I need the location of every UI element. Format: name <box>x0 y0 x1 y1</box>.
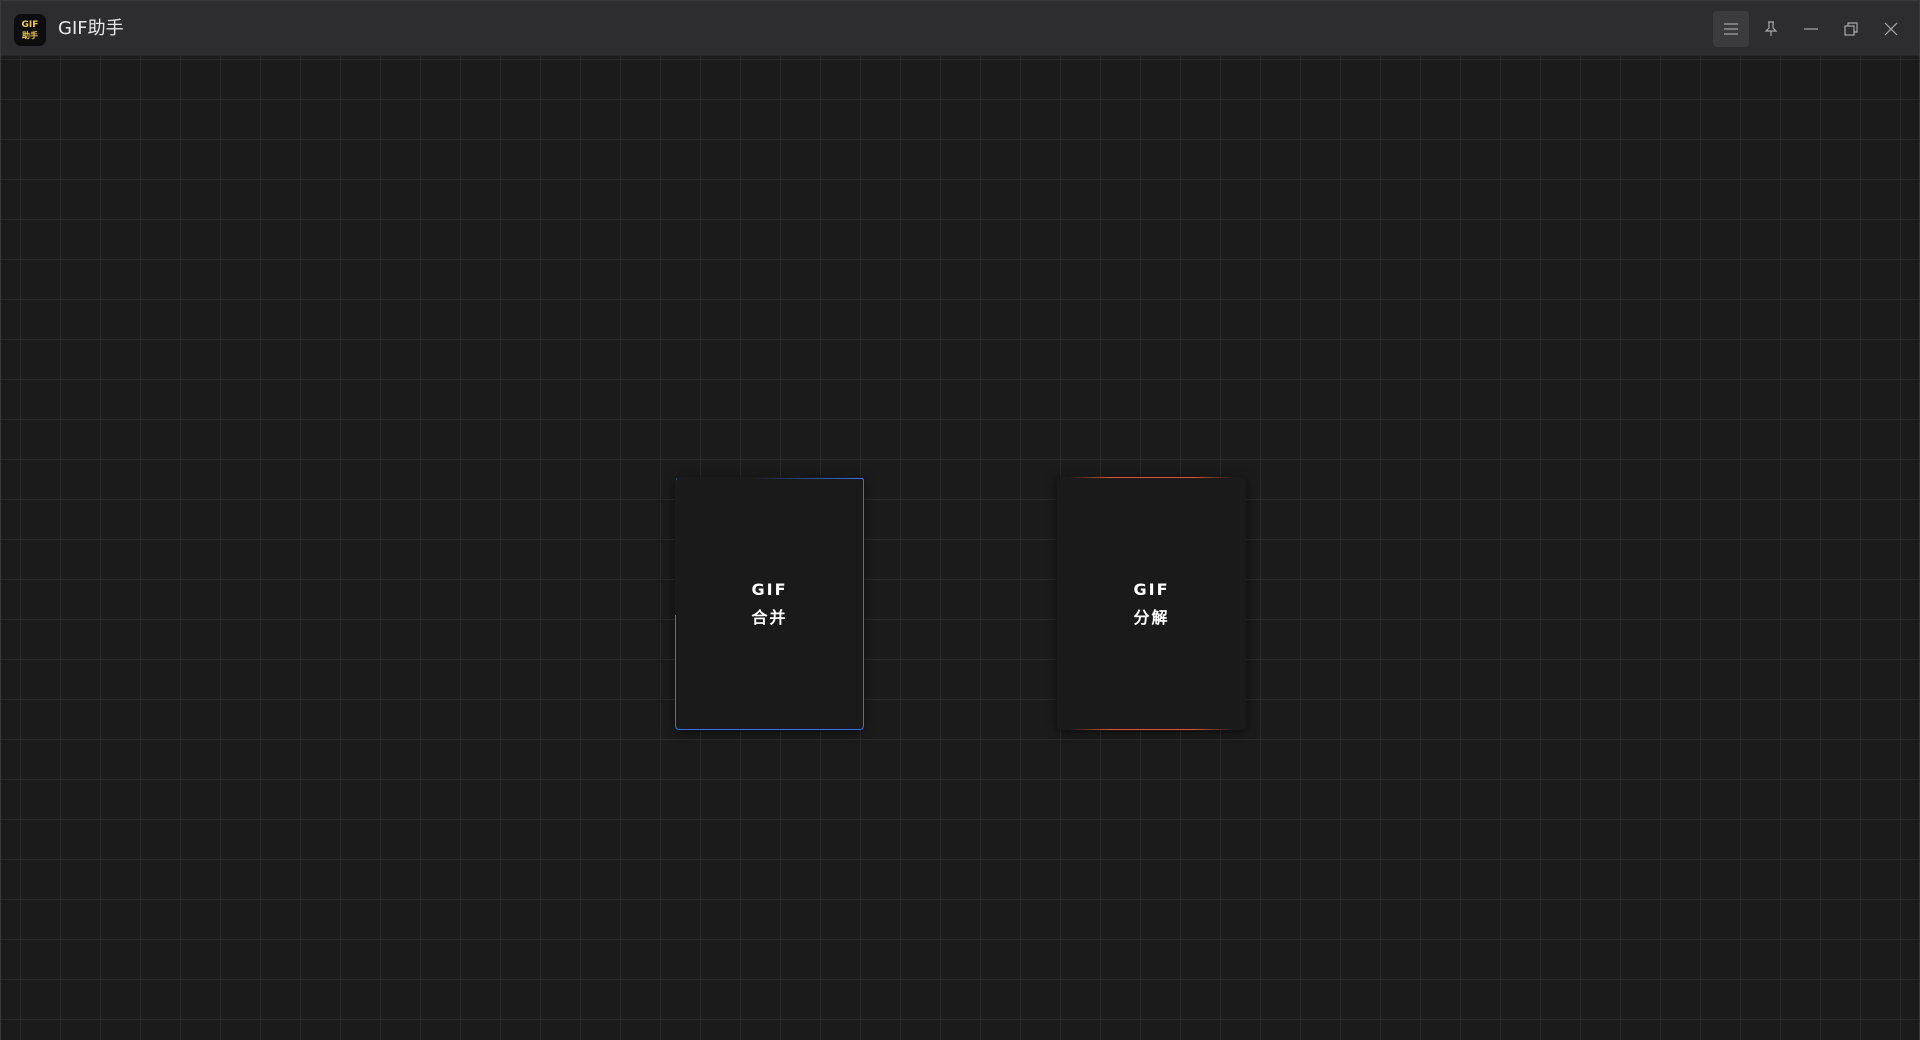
pin-icon <box>1764 21 1778 36</box>
minimize-icon <box>1804 28 1818 30</box>
gif-split-label: GIF 分解 <box>1133 576 1169 632</box>
app-logo-line2: 助手 <box>22 30 38 40</box>
gif-merge-label-line2: 合并 <box>751 607 788 627</box>
gif-merge-label: GIF 合并 <box>751 576 787 632</box>
app-logo-line1: GIF <box>21 19 39 30</box>
close-icon <box>1884 22 1898 36</box>
window-title: GIF助手 <box>58 18 124 39</box>
minimize-button[interactable] <box>1793 11 1829 47</box>
grid-canvas: GIF 合并 GIF 分解 <box>1 56 1919 1040</box>
gif-merge-card[interactable]: GIF 合并 <box>675 477 864 730</box>
gif-split-card[interactable]: GIF 分解 <box>1057 477 1246 730</box>
restore-icon <box>1844 22 1858 36</box>
close-button[interactable] <box>1873 11 1909 47</box>
gif-split-label-line1: GIF <box>1133 579 1170 599</box>
gif-split-label-line2: 分解 <box>1133 607 1170 627</box>
app-window: GIF 助手 GIF助手 GIF 合并 GIF 分解 <box>0 0 1920 1040</box>
app-logo-icon: GIF 助手 <box>14 14 46 46</box>
pin-button[interactable] <box>1753 11 1789 47</box>
menu-button[interactable] <box>1713 11 1749 47</box>
menu-icon <box>1724 23 1738 35</box>
title-bar[interactable]: GIF 助手 GIF助手 <box>1 1 1919 56</box>
gif-merge-label-line1: GIF <box>751 579 788 599</box>
restore-button[interactable] <box>1833 11 1869 47</box>
